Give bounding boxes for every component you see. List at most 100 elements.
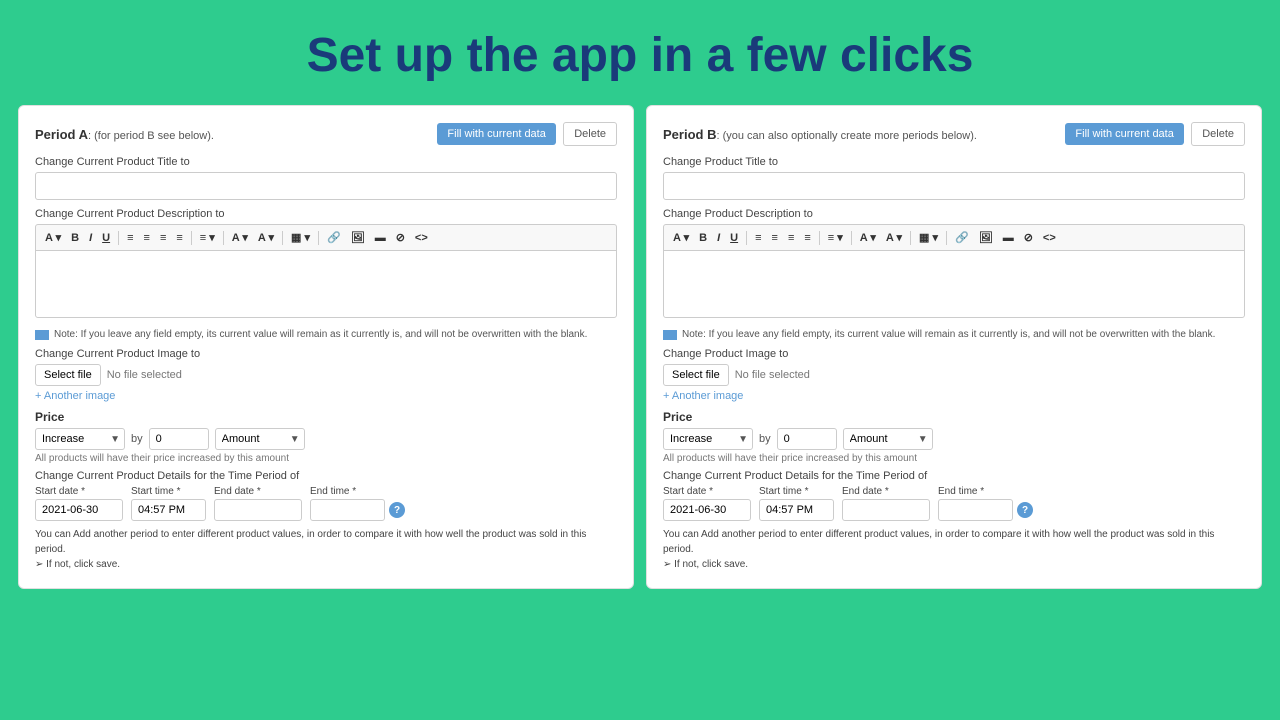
description-editor-a[interactable]: [35, 250, 617, 318]
start-time-field-a: Start time *: [131, 486, 206, 521]
price-note-a: All products will have their price incre…: [35, 453, 617, 464]
panel-a-header: Period A: (for period B see below). Fill…: [35, 122, 617, 146]
start-date-input-a[interactable]: [35, 499, 123, 521]
price-increase-select-b[interactable]: Increase: [663, 428, 753, 450]
sep5-a: [318, 231, 319, 245]
help-icon-b[interactable]: ?: [1017, 502, 1033, 518]
another-image-link-b[interactable]: + Another image: [663, 390, 743, 402]
toolbar-bgcolor-b[interactable]: A ▾: [882, 229, 906, 246]
end-date-label-a: End date *: [214, 486, 302, 497]
price-row-a: Increase ▼ by Amount ▼: [35, 428, 617, 450]
toolbar-bold-b[interactable]: B: [695, 230, 711, 246]
end-time-label-a: End time *: [310, 486, 405, 497]
price-section-b: Price Increase ▼ by Amount ▼ All produc: [663, 410, 1245, 464]
dates-row-b: Start date * Start time * End date * End…: [663, 486, 1245, 521]
toolbar-table-a[interactable]: ▦ ▾: [287, 229, 314, 246]
toolbar-code-b[interactable]: <>: [1039, 230, 1060, 246]
toolbar-bold-a[interactable]: B: [67, 230, 83, 246]
page-title: Set up the app in a few clicks: [0, 28, 1280, 83]
product-title-input-b[interactable]: [663, 172, 1245, 200]
editor-toolbar-b: A ▾ B I U ≡ ≡ ≡ ≡ ≡ ▾ A ▾ A ▾ ▦ ▾ 🔗 🖼 ▬ …: [663, 224, 1245, 250]
select-file-button-a[interactable]: Select file: [35, 364, 101, 386]
end-time-input-b[interactable]: [938, 499, 1013, 521]
toolbar-code-a[interactable]: <>: [411, 230, 432, 246]
toolbar-ul-b[interactable]: ≡: [751, 230, 765, 246]
price-by-input-a[interactable]: [149, 428, 209, 450]
price-label-a: Price: [35, 410, 617, 424]
flag-icon-b: [663, 330, 677, 340]
toolbar-color-b[interactable]: A ▾: [856, 229, 880, 246]
another-image-link-a[interactable]: + Another image: [35, 390, 115, 402]
toolbar-outdent-b[interactable]: ≡: [784, 230, 798, 246]
price-increase-select-a[interactable]: Increase: [35, 428, 125, 450]
toolbar-underline-b[interactable]: U: [726, 230, 742, 246]
end-date-input-a[interactable]: [214, 499, 302, 521]
start-time-label-b: Start time *: [759, 486, 834, 497]
price-by-input-b[interactable]: [777, 428, 837, 450]
increase-dropdown-wrapper-a: Increase ▼: [35, 428, 125, 450]
editor-toolbar-a: A ▾ B I U ≡ ≡ ≡ ≡ ≡ ▾ A ▾ A ▾ ▦ ▾ 🔗 🖼 ▬ …: [35, 224, 617, 250]
panel-a: Period A: (for period B see below). Fill…: [18, 105, 634, 589]
time-period-label-b: Change Current Product Details for the T…: [663, 470, 1245, 482]
toolbar-italic-b[interactable]: I: [713, 230, 724, 246]
time-period-label-a: Change Current Product Details for the T…: [35, 470, 617, 482]
fill-current-data-button-b[interactable]: Fill with current data: [1065, 123, 1183, 145]
start-date-field-b: Start date *: [663, 486, 751, 521]
start-date-input-b[interactable]: [663, 499, 751, 521]
product-title-input-a[interactable]: [35, 172, 617, 200]
description-field-label-b: Change Product Description to: [663, 208, 1245, 220]
end-time-field-b: End time * ?: [938, 486, 1033, 521]
end-date-label-b: End date *: [842, 486, 930, 497]
fill-current-data-button-a[interactable]: Fill with current data: [437, 123, 555, 145]
end-date-input-b[interactable]: [842, 499, 930, 521]
toolbar-indent-a[interactable]: ≡: [172, 230, 186, 246]
toolbar-table-b[interactable]: ▦ ▾: [915, 229, 942, 246]
by-label-a: by: [131, 433, 143, 445]
delete-button-b[interactable]: Delete: [1191, 122, 1245, 146]
toolbar-ol-a[interactable]: ≡: [140, 230, 154, 246]
delete-button-a[interactable]: Delete: [563, 122, 617, 146]
toolbar-italic-a[interactable]: I: [85, 230, 96, 246]
toolbar-image-b[interactable]: 🖼: [975, 229, 997, 246]
toolbar-ol-b[interactable]: ≡: [768, 230, 782, 246]
amount-dropdown-wrapper-b: Amount ▼: [843, 428, 933, 450]
image-section-a: Change Current Product Image to Select f…: [35, 348, 617, 402]
toolbar-align-a[interactable]: ≡ ▾: [196, 229, 219, 246]
toolbar-image-a[interactable]: 🖼: [347, 229, 369, 246]
toolbar-ul-a[interactable]: ≡: [123, 230, 137, 246]
price-label-b: Price: [663, 410, 1245, 424]
toolbar-special-b[interactable]: ⊘: [1020, 229, 1037, 246]
toolbar-color-a[interactable]: A ▾: [228, 229, 252, 246]
price-note-b: All products will have their price incre…: [663, 453, 1245, 464]
file-row-b: Select file No file selected: [663, 364, 1245, 386]
sep4-a: [282, 231, 283, 245]
file-none-label-a: No file selected: [107, 369, 182, 381]
toolbar-bgcolor-a[interactable]: A ▾: [254, 229, 278, 246]
select-file-button-b[interactable]: Select file: [663, 364, 729, 386]
price-amount-select-b[interactable]: Amount: [843, 428, 933, 450]
help-icon-a[interactable]: ?: [389, 502, 405, 518]
description-editor-b[interactable]: [663, 250, 1245, 318]
toolbar-media-b[interactable]: ▬: [999, 230, 1018, 246]
toolbar-font-a[interactable]: A ▾: [41, 229, 65, 246]
end-time-label-b: End time *: [938, 486, 1033, 497]
price-section-a: Price Increase ▼ by Amount ▼ All produc: [35, 410, 617, 464]
start-time-input-b[interactable]: [759, 499, 834, 521]
toolbar-link-b[interactable]: 🔗: [951, 229, 973, 246]
toolbar-indent-b[interactable]: ≡: [800, 230, 814, 246]
image-section-b: Change Product Image to Select file No f…: [663, 348, 1245, 402]
toolbar-special-a[interactable]: ⊘: [392, 229, 409, 246]
sep3-a: [223, 231, 224, 245]
price-amount-select-a[interactable]: Amount: [215, 428, 305, 450]
toolbar-font-b[interactable]: A ▾: [669, 229, 693, 246]
toolbar-link-a[interactable]: 🔗: [323, 229, 345, 246]
start-date-label-a: Start date *: [35, 486, 123, 497]
bottom-note-b: You can Add another period to enter diff…: [663, 527, 1245, 572]
end-time-input-a[interactable]: [310, 499, 385, 521]
toolbar-outdent-a[interactable]: ≡: [156, 230, 170, 246]
toolbar-media-a[interactable]: ▬: [371, 230, 390, 246]
start-date-label-b: Start date *: [663, 486, 751, 497]
toolbar-align-b[interactable]: ≡ ▾: [824, 229, 847, 246]
start-time-input-a[interactable]: [131, 499, 206, 521]
toolbar-underline-a[interactable]: U: [98, 230, 114, 246]
